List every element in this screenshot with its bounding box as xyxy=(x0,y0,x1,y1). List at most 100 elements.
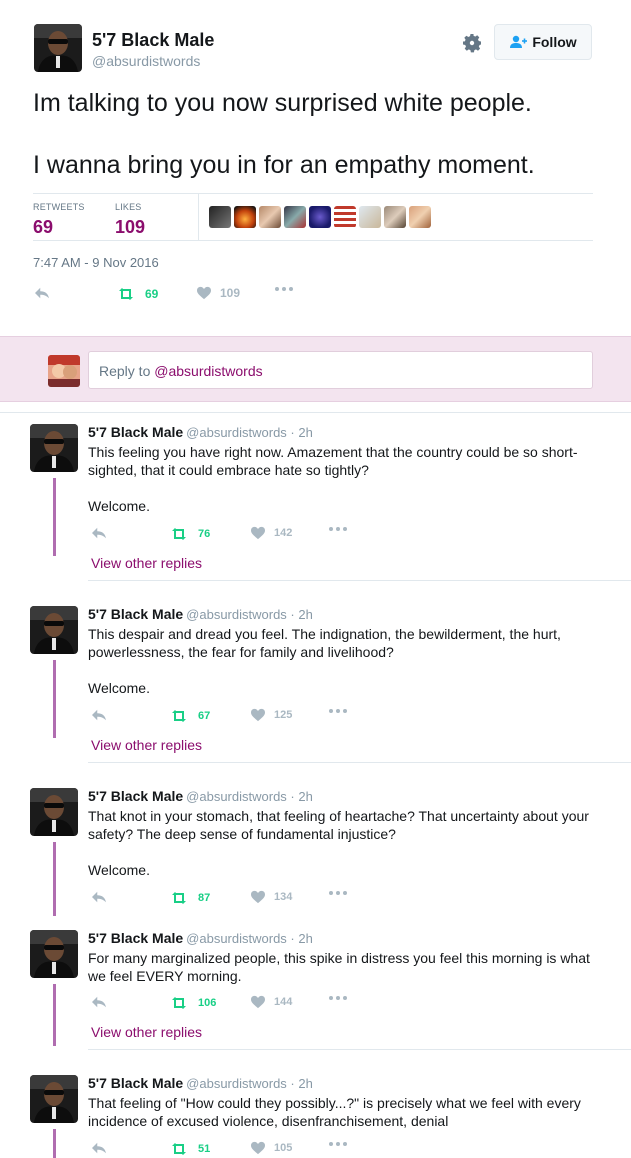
avatar[interactable] xyxy=(30,1075,78,1123)
like-count: 142 xyxy=(274,527,293,539)
follow-button[interactable]: Follow xyxy=(494,24,592,60)
reply-button[interactable] xyxy=(90,708,116,722)
avatar[interactable] xyxy=(34,24,82,72)
heart-icon xyxy=(250,890,266,904)
like-button[interactable]: 109 xyxy=(196,286,240,300)
like-count: 105 xyxy=(274,1142,293,1154)
view-other-replies-link[interactable]: View other replies xyxy=(91,737,202,753)
like-button[interactable]: 105 xyxy=(250,1141,292,1155)
more-icon xyxy=(328,1141,348,1147)
stats-divider xyxy=(198,194,199,240)
reply-text: This feeling you have right now. Amazeme… xyxy=(88,443,608,515)
more-button[interactable] xyxy=(328,890,356,896)
author-name[interactable]: 5'7 Black Male xyxy=(92,30,214,51)
reply-actions: 51 105 xyxy=(90,1141,390,1158)
follow-person-icon xyxy=(510,35,528,48)
reply-mention: @absurdistwords xyxy=(154,363,263,379)
like-button[interactable]: 125 xyxy=(250,708,292,722)
reply-icon xyxy=(90,995,108,1009)
reply-text-line: This feeling you have right now. Amazeme… xyxy=(88,444,578,478)
avatar[interactable] xyxy=(30,424,78,472)
liker-avatar[interactable] xyxy=(209,206,231,228)
author-handle[interactable]: @absurdistwords xyxy=(92,53,200,69)
retweet-button[interactable]: 67 xyxy=(168,708,210,724)
current-user-avatar[interactable] xyxy=(48,355,80,387)
avatar[interactable] xyxy=(30,788,78,836)
retweet-button[interactable]: 106 xyxy=(168,995,216,1011)
avatar[interactable] xyxy=(30,606,78,654)
reply-button[interactable] xyxy=(90,995,116,1009)
like-button[interactable]: 142 xyxy=(250,526,292,540)
more-button[interactable] xyxy=(328,995,356,1001)
reply-icon xyxy=(33,286,51,300)
thread-line xyxy=(53,660,56,738)
reply-button[interactable] xyxy=(90,890,116,904)
reply-actions: 106 144 xyxy=(90,995,390,1013)
more-button[interactable] xyxy=(328,1141,356,1147)
divider xyxy=(88,762,631,763)
author-name[interactable]: 5'7 Black Male xyxy=(88,606,183,622)
more-icon xyxy=(274,286,294,292)
current-user-avatar-image xyxy=(48,355,80,387)
author-handle[interactable]: @absurdistwords · 2h xyxy=(186,607,313,622)
author-handle[interactable]: @absurdistwords · 2h xyxy=(186,1076,313,1091)
author-handle[interactable]: @absurdistwords · 2h xyxy=(186,425,313,440)
thread-line xyxy=(53,984,56,1046)
tweet-timestamp[interactable]: 7:47 AM - 9 Nov 2016 xyxy=(33,255,159,270)
like-button[interactable]: 144 xyxy=(250,995,292,1009)
reply-button[interactable] xyxy=(90,526,116,540)
author-name[interactable]: 5'7 Black Male xyxy=(88,424,183,440)
reply-button[interactable] xyxy=(90,1141,116,1155)
liker-avatar[interactable] xyxy=(334,206,356,228)
reply-text-line: Welcome. xyxy=(88,498,150,514)
gear-icon[interactable] xyxy=(460,31,484,55)
liker-avatar[interactable] xyxy=(234,206,256,228)
liker-avatar[interactable] xyxy=(359,206,381,228)
like-button[interactable]: 134 xyxy=(250,890,292,904)
reply-text: That knot in your stomach, that feeling … xyxy=(88,807,608,879)
tweet-actions: 69 109 xyxy=(33,286,333,306)
reply-text-line: Welcome. xyxy=(88,862,150,878)
follow-label: Follow xyxy=(532,34,577,50)
likes-stat[interactable]: LIKES 109 xyxy=(115,202,145,238)
author-handle[interactable]: @absurdistwords · 2h xyxy=(186,789,313,804)
retweet-button[interactable]: 76 xyxy=(168,526,210,542)
author-name[interactable]: 5'7 Black Male xyxy=(88,788,183,804)
thread-line xyxy=(53,842,56,916)
liker-avatar[interactable] xyxy=(309,206,331,228)
reply-button[interactable] xyxy=(33,286,59,300)
avatar-image xyxy=(30,930,78,978)
liker-avatar[interactable] xyxy=(259,206,281,228)
retweet-button[interactable]: 69 xyxy=(115,286,158,302)
reply-input[interactable]: Reply to @absurdistwords xyxy=(88,351,593,389)
retweets-stat[interactable]: RETWEETS 69 xyxy=(33,202,85,238)
more-icon xyxy=(328,995,348,1001)
likers-avatars xyxy=(209,206,431,228)
view-other-replies-link[interactable]: View other replies xyxy=(91,1024,202,1040)
retweet-count: 51 xyxy=(198,1143,211,1155)
retweet-button[interactable]: 51 xyxy=(168,1141,210,1157)
more-icon xyxy=(328,890,348,896)
heart-icon xyxy=(250,526,266,540)
more-button[interactable] xyxy=(274,286,302,292)
tweet-text: Im talking to you now surprised white pe… xyxy=(33,88,603,181)
reply-text-line: That feeling of "How could they possibly… xyxy=(88,1095,581,1129)
reply-icon xyxy=(90,526,108,540)
more-button[interactable] xyxy=(328,526,356,532)
view-other-replies-link[interactable]: View other replies xyxy=(91,555,202,571)
more-button[interactable] xyxy=(328,708,356,714)
avatar[interactable] xyxy=(30,930,78,978)
reply-prefix: Reply to xyxy=(99,363,155,379)
avatar-image xyxy=(30,424,78,472)
liker-avatar[interactable] xyxy=(409,206,431,228)
author-handle[interactable]: @absurdistwords · 2h xyxy=(186,931,313,946)
liker-avatar[interactable] xyxy=(284,206,306,228)
author-name[interactable]: 5'7 Black Male xyxy=(88,930,183,946)
retweet-button[interactable]: 87 xyxy=(168,890,210,906)
retweet-count: 69 xyxy=(145,287,159,301)
reply-header: 5'7 Black Male @absurdistwords · 2h xyxy=(88,606,313,622)
liker-avatar[interactable] xyxy=(384,206,406,228)
author-name[interactable]: 5'7 Black Male xyxy=(88,1075,183,1091)
like-count: 134 xyxy=(274,891,293,903)
reply-icon xyxy=(90,890,108,904)
